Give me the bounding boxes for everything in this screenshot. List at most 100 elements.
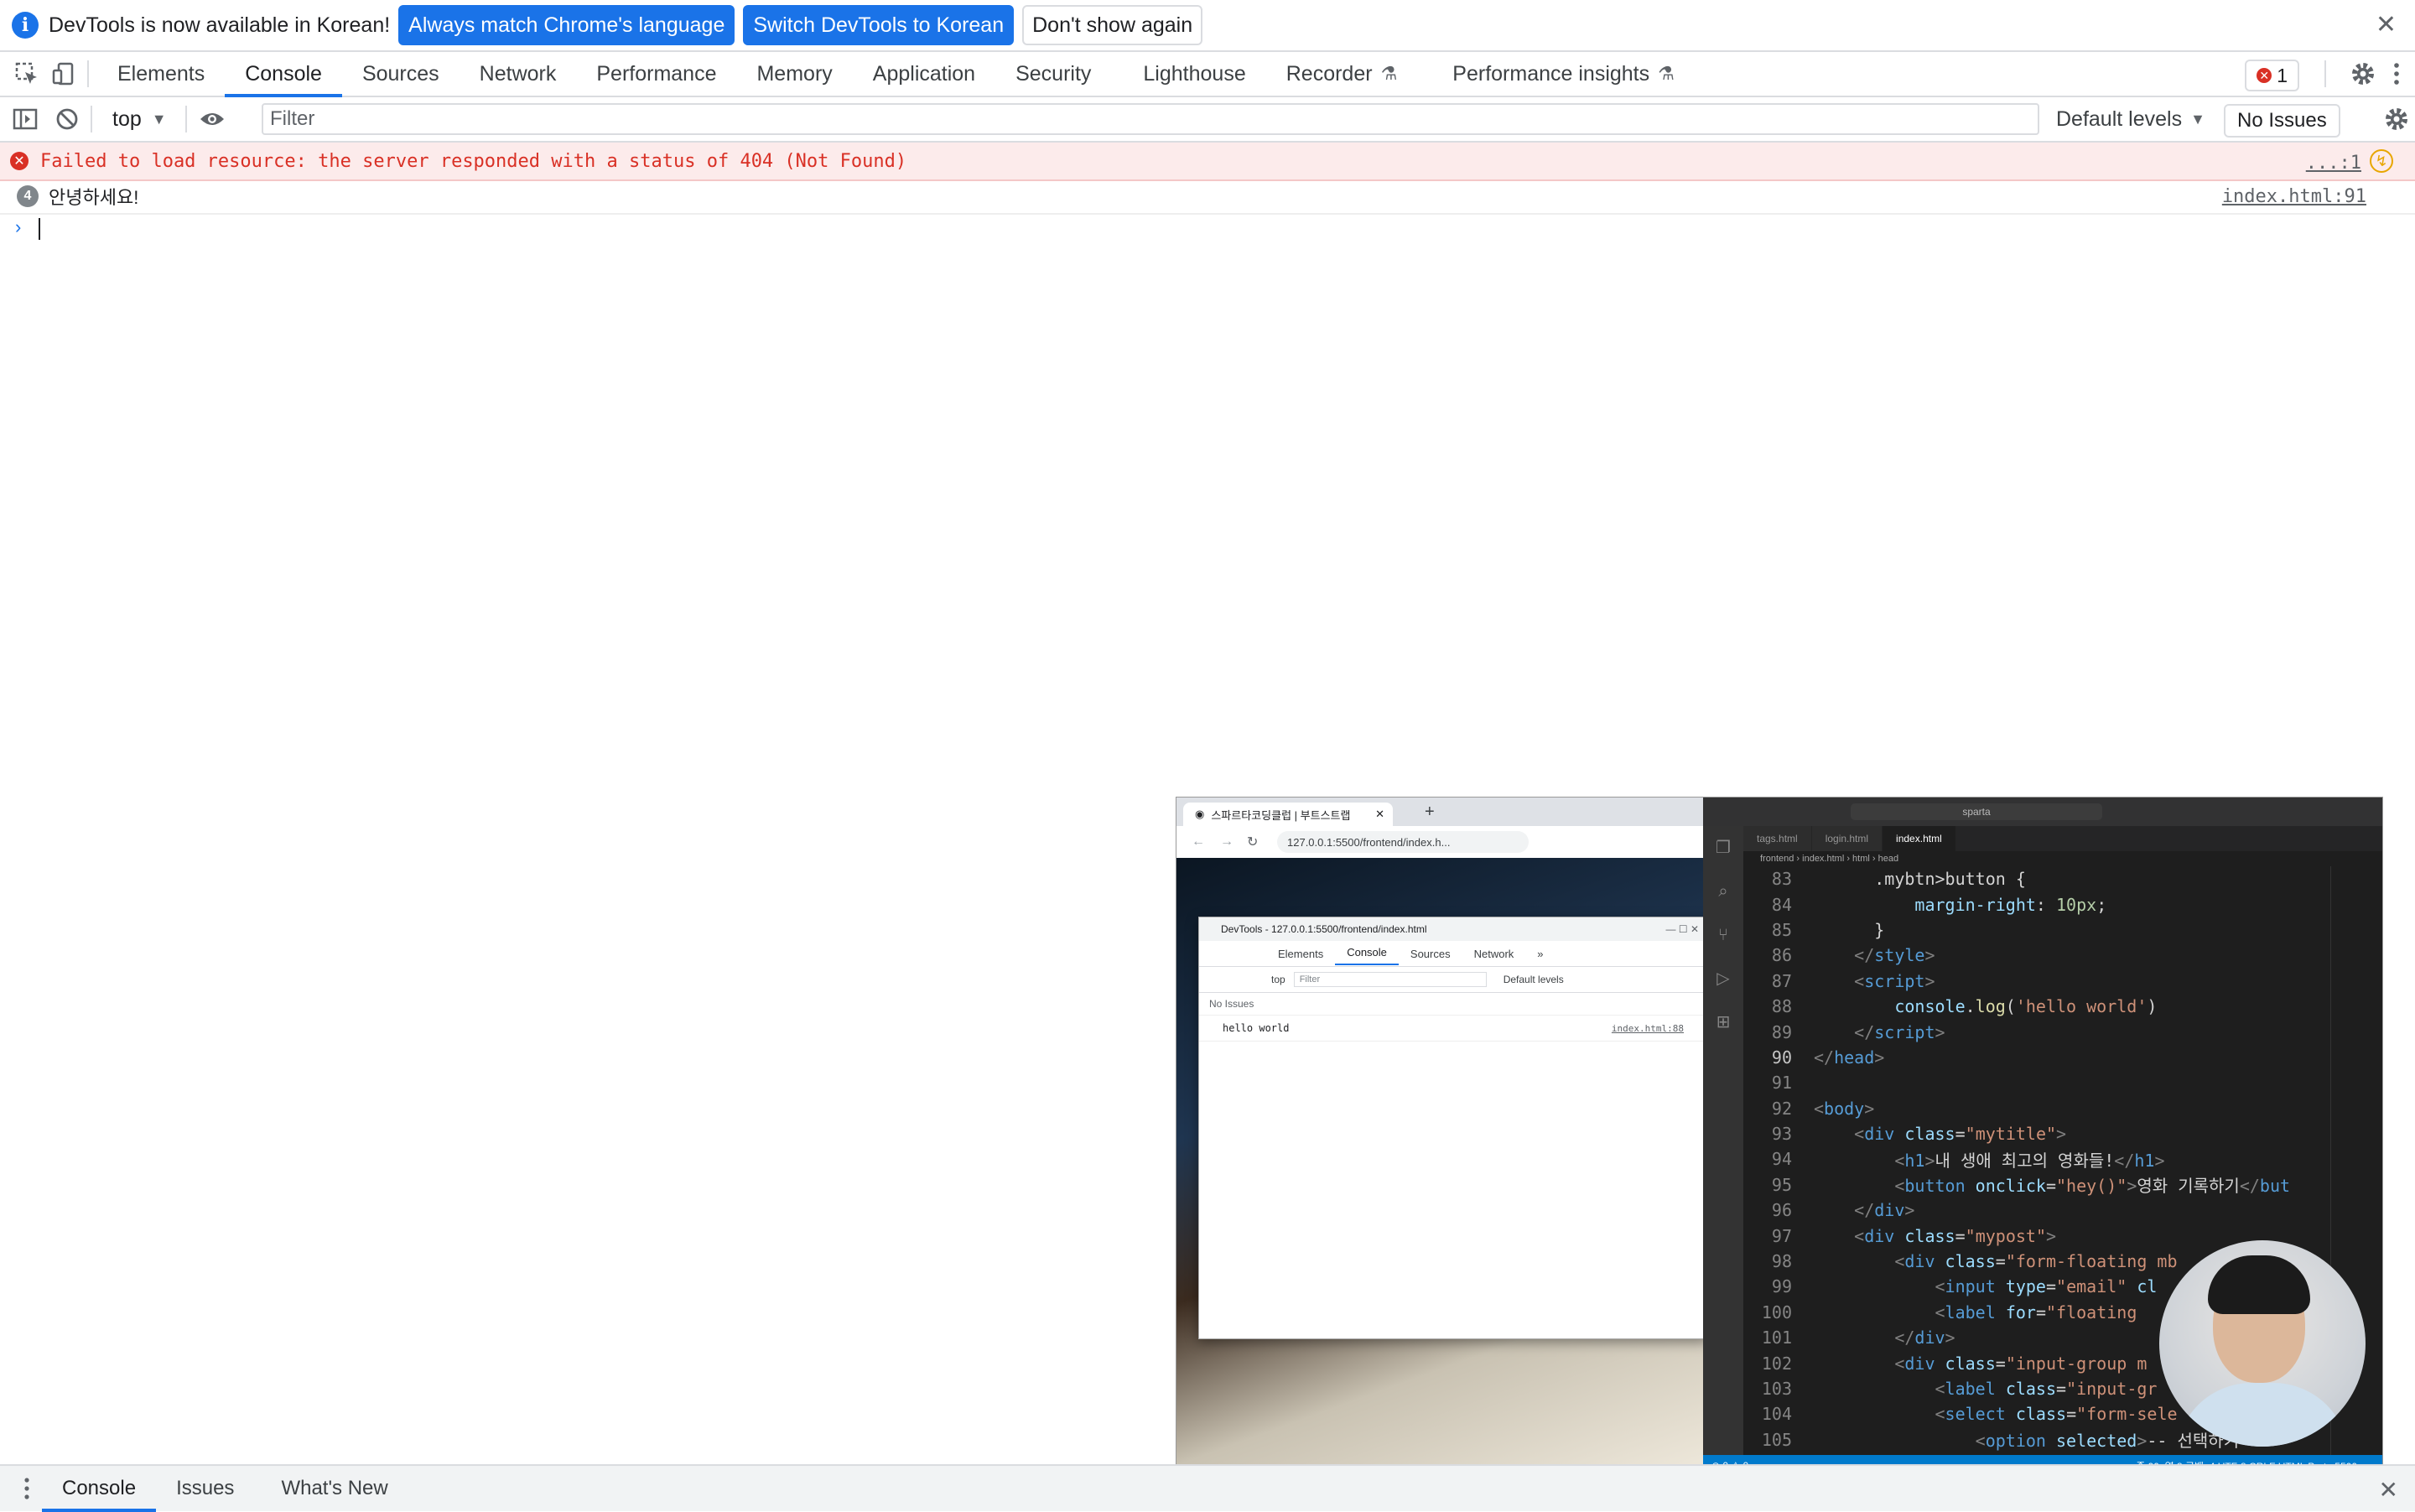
back-icon: ← — [1192, 834, 1205, 849]
dont-show-again-button[interactable]: Don't show again — [1022, 5, 1203, 45]
console-error-message: ✕ Failed to load resource: the server re… — [0, 143, 2415, 181]
video-devtools-tab-elements: Elements — [1278, 947, 1324, 960]
tab-memory[interactable]: Memory — [736, 52, 852, 96]
video-context-selector: top — [1271, 974, 1285, 985]
video-devtools-titlebar: DevTools - 127.0.0.1:5500/frontend/index… — [1199, 917, 1707, 941]
tab-performance-insights[interactable]: Performance insights ⚗ — [1432, 52, 1695, 96]
video-chrome-tabstrip: ◉ 스파르타코딩클럽 | 부트스트랩 ✕ + — [1176, 798, 1703, 826]
video-filter-input: Filter — [1293, 972, 1487, 987]
tab-performance[interactable]: Performance — [576, 52, 736, 96]
tab-recorder[interactable]: Recorder ⚗ — [1266, 52, 1418, 96]
log-levels-value: Default levels — [2056, 107, 2183, 131]
video-vscode-search-text: sparta — [1962, 806, 1991, 818]
repeat-count-badge: 4 — [17, 185, 39, 207]
video-devtools-console-toolbar: top Filter Default levels — [1199, 967, 1707, 993]
experiment-flask-icon: ⚗ — [1380, 63, 1398, 84]
video-chrome-url: 127.0.0.1:5500/frontend/index.h... — [1287, 835, 1451, 849]
log-message-text: 안녕하세요! — [49, 187, 139, 208]
tab-console[interactable]: Console — [225, 52, 342, 97]
video-devtools-tab-sources: Sources — [1410, 947, 1451, 960]
toolbar-divider — [91, 106, 92, 132]
window-controls-icon: — ☐ ✕ — [1665, 923, 1699, 935]
video-vscode-tabs: tags.html login.html index.html — [1743, 826, 2382, 851]
globe-icon: ◉ — [1195, 808, 1205, 820]
video-chrome-address-bar: 127.0.0.1:5500/frontend/index.h... — [1277, 831, 1529, 853]
video-devtools-tab-network: Network — [1473, 947, 1514, 960]
match-language-button[interactable]: Always match Chrome's language — [398, 5, 735, 45]
tab-elements[interactable]: Elements — [97, 52, 225, 96]
switch-to-korean-button[interactable]: Switch DevTools to Korean — [743, 5, 1015, 45]
settings-gear-icon[interactable] — [2348, 59, 2378, 89]
video-console-log: hello world index.html:88 — [1199, 1016, 1707, 1042]
tab-application[interactable]: Application — [853, 52, 995, 96]
tab-network[interactable]: Network — [460, 52, 577, 96]
filter-placeholder: Filter — [270, 107, 315, 130]
devtools-tabbar: Elements Console Sources Network Perform… — [0, 52, 2415, 97]
video-chrome-tab-title: 스파르타코딩클럽 | 부트스트랩 — [1211, 808, 1351, 822]
video-vscode-breadcrumb: frontend › index.html › html › head — [1743, 851, 2382, 866]
video-chrome-toolbar: ← → ↻ 127.0.0.1:5500/frontend/index.h... — [1176, 826, 1703, 858]
clear-console-icon[interactable] — [52, 104, 82, 134]
presenter-body — [2176, 1383, 2349, 1447]
language-infobar: i DevTools is now available in Korean! A… — [0, 0, 2415, 52]
tab-sources[interactable]: Sources — [342, 52, 460, 96]
drawer-tab-console[interactable]: Console — [42, 1467, 157, 1512]
close-drawer-icon[interactable]: ✕ — [2379, 1476, 2398, 1504]
forward-icon: → — [1220, 834, 1233, 849]
info-icon: i — [12, 12, 39, 39]
toolbar-divider — [184, 106, 187, 132]
log-source-link[interactable]: index.html:91 — [2222, 186, 2366, 207]
context-selector[interactable]: top ▼ — [112, 107, 167, 132]
log-levels-dropdown[interactable]: Default levels ▼ — [2056, 97, 2205, 141]
network-request-icon[interactable]: ↯ — [2370, 149, 2393, 173]
tab-security[interactable]: Security — [995, 52, 1111, 96]
live-expression-eye-icon[interactable] — [197, 104, 227, 134]
more-tabs-icon: » — [1537, 947, 1544, 960]
drawer-tab-issues[interactable]: Issues — [156, 1467, 254, 1510]
video-devtools-tabs: Elements Console Sources Network » — [1199, 941, 1707, 967]
experiment-flask-icon: ⚗ — [1658, 63, 1675, 84]
console-settings-gear-icon[interactable] — [2381, 104, 2412, 134]
close-icon: ✕ — [1375, 808, 1384, 820]
console-toolbar: top ▼ Filter Default levels ▼ No Issues — [0, 97, 2415, 143]
video-vscode-search: sparta — [1851, 803, 2102, 820]
drawer-tab-whats-new[interactable]: What's New — [261, 1467, 408, 1510]
error-count: 1 — [2277, 64, 2288, 86]
error-icon: ✕ — [2257, 68, 2272, 83]
dropdown-arrow-icon: ▼ — [2190, 110, 2205, 127]
close-icon[interactable]: ✕ — [2376, 10, 2397, 39]
video-vscode-tab: tags.html — [1743, 826, 1812, 851]
video-vscode-tab-active: index.html — [1883, 826, 1956, 851]
search-icon: ⌕ — [1718, 882, 1728, 901]
video-no-issues: No Issues — [1199, 993, 1707, 1016]
presenter-webcam — [2159, 1240, 2366, 1447]
new-tab-icon: + — [1425, 803, 1435, 821]
error-source-link[interactable]: ...:1 — [2306, 153, 2361, 174]
video-vscode-titlebar: sparta — [1703, 798, 2382, 826]
bottom-drawer: Console Issues What's New ✕ — [0, 1464, 2415, 1512]
explorer-icon: ❐ — [1716, 839, 1731, 857]
reload-icon: ↻ — [1247, 835, 1259, 850]
error-message-text: Failed to load resource: the server resp… — [40, 150, 907, 172]
video-chrome-window: ◉ 스파르타코딩클럽 | 부트스트랩 ✕ + ← → ↻ 127.0.0.1:5… — [1176, 798, 1708, 1477]
show-sidebar-icon[interactable] — [10, 104, 40, 134]
toolbar-divider — [2324, 60, 2326, 87]
video-devtools-tab-console: Console — [1335, 942, 1399, 965]
tab-lighthouse[interactable]: Lighthouse — [1123, 52, 1265, 96]
console-prompt-chevron-icon: › — [15, 216, 22, 237]
console-input-caret[interactable] — [39, 218, 40, 240]
video-devtools-title: DevTools - 127.0.0.1:5500/frontend/index… — [1221, 923, 1427, 935]
inspect-element-icon[interactable] — [12, 59, 42, 89]
console-filter-input[interactable]: Filter — [262, 103, 2039, 135]
video-levels: Default levels — [1503, 974, 1564, 985]
context-selector-value: top — [112, 107, 142, 131]
error-count-badge[interactable]: ✕ 1 — [2245, 60, 2299, 91]
video-log-source: index.html:88 — [1611, 1022, 1684, 1034]
device-toolbar-icon[interactable] — [49, 59, 79, 89]
issues-button[interactable]: No Issues — [2224, 104, 2340, 138]
source-control-icon: ⑂ — [1718, 926, 1728, 944]
video-log-text: hello world — [1223, 1022, 1290, 1034]
more-options-kebab-icon[interactable] — [2381, 59, 2412, 89]
presenter-hair — [2208, 1255, 2310, 1314]
drawer-menu-kebab-icon[interactable] — [12, 1473, 42, 1504]
